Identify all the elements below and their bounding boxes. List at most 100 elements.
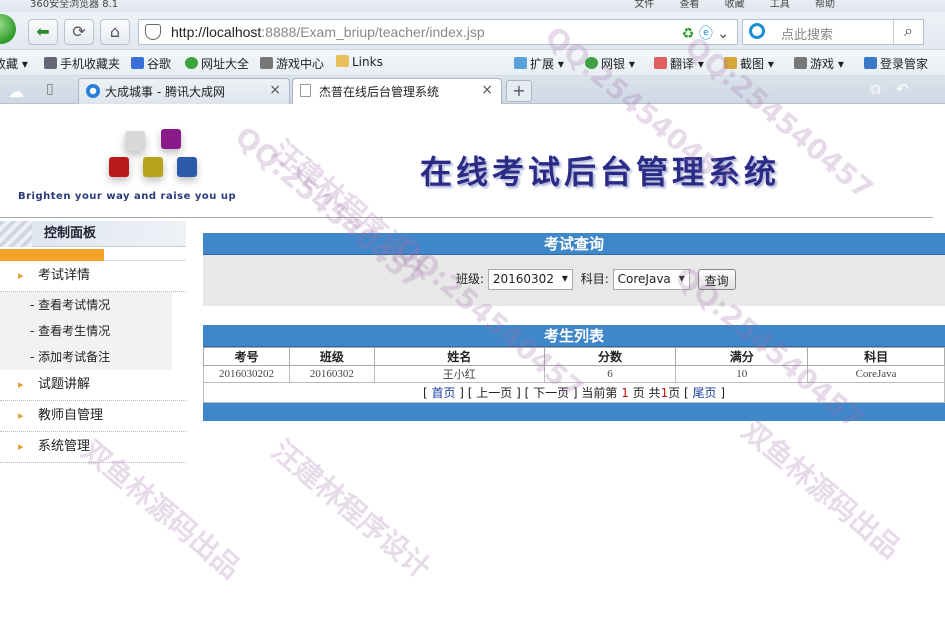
tab-strip: ☁ ▯ 大成城事 - 腾讯大成网 × 杰普在线后台管理系统 × + ⧉ ↶ [0, 76, 945, 104]
header-divider [0, 217, 933, 218]
translate-button[interactable]: 翻译 ▾ [654, 55, 704, 72]
student-table: 考号 班级 姓名 分数 满分 科目 2016030202 20160302 王小… [203, 347, 945, 383]
chevron-down-icon[interactable]: ⌄ [717, 26, 729, 42]
window-title: 360安全浏览器 8.1 [30, 0, 119, 10]
sidebar-section-question-explain[interactable]: 试题讲解 [0, 370, 186, 401]
search-box[interactable]: 点此搜索 ⌕ [742, 19, 924, 45]
next-page-link[interactable]: [ 下一页 ] [525, 386, 578, 400]
back-button[interactable]: ⬅ [28, 19, 58, 45]
subject-select[interactable]: CoreJava [612, 269, 690, 290]
total-pages-suffix: 页 [668, 386, 681, 400]
grid-icon [514, 57, 527, 69]
sidebar-item-view-exams[interactable]: - 查看考试情况 [0, 292, 172, 318]
key-icon [864, 57, 877, 69]
query-button[interactable]: 查询 [697, 269, 736, 290]
cell-subject: CoreJava [807, 365, 945, 383]
browser-logo-icon[interactable] [0, 14, 16, 44]
search-button[interactable]: ⌕ [893, 20, 923, 44]
address-bar-icons: ♻ ⓔ ⌄ [682, 23, 729, 43]
column-header: 姓名 [373, 347, 545, 366]
prev-page-link[interactable]: [ 上一页 ] [468, 386, 521, 400]
home-button[interactable]: ⌂ [100, 19, 130, 45]
menu-favorites[interactable]: 收藏 [725, 0, 745, 10]
security-shield-icon [145, 24, 161, 40]
cell-full-score: 10 [675, 365, 809, 383]
tencent-favicon-icon [86, 84, 100, 98]
list-footer-bar [203, 403, 945, 421]
menu-help[interactable]: 帮助 [815, 0, 835, 10]
first-page-link[interactable]: 首页 [431, 386, 455, 400]
login-manager-button[interactable]: 登录管家 [864, 55, 928, 72]
sidebar-section-exam-details[interactable]: 考试详情 [0, 261, 186, 292]
screenshot-button[interactable]: 截图 ▾ [724, 55, 774, 72]
close-tab-icon[interactable]: × [269, 82, 281, 98]
cell-exam-id: 2016030202 [203, 365, 290, 383]
bookmark-mobile-favorites[interactable]: 手机收藏夹 [44, 55, 120, 72]
sidebar-item-view-students[interactable]: - 查看考生情况 [0, 318, 172, 344]
current-page-prefix: 当前第 [581, 386, 618, 400]
web-page: Brighten your way and raise you up 在线考试后… [0, 111, 945, 627]
refresh-button[interactable]: ⟳ [64, 19, 94, 45]
menu-view[interactable]: 查看 [679, 0, 699, 10]
column-header: 分数 [543, 347, 677, 366]
menu-tools[interactable]: 工具 [770, 0, 790, 10]
search-input[interactable]: 点此搜索 [781, 24, 833, 43]
class-select[interactable]: 20160302 [487, 269, 573, 290]
subject-label: 科目: [580, 272, 609, 286]
new-tab-button[interactable]: + [506, 80, 532, 102]
address-bar[interactable]: http://localhost:8888/Exam_briup/teacher… [138, 19, 738, 45]
back-arrow-icon: ⬅ [36, 22, 50, 41]
online-banking-button[interactable]: 网银 ▾ [585, 55, 635, 72]
scissors-icon [724, 57, 737, 69]
column-header: 班级 [288, 347, 375, 366]
bookmark-game-center[interactable]: 游戏中心 [260, 55, 324, 72]
bookmark-google[interactable]: 谷歌 [131, 55, 171, 72]
mobile-icon[interactable]: ▯ [46, 81, 54, 97]
phone-icon [44, 57, 57, 69]
column-header: 科目 [807, 347, 945, 366]
menu-bar: 文件 查看 收藏 工具 帮助 [612, 0, 835, 10]
last-page-link[interactable]: 尾页 [693, 386, 717, 400]
tab-tencent[interactable]: 大成城事 - 腾讯大成网 × [78, 78, 290, 104]
bookmark-links[interactable]: Links [336, 55, 383, 69]
main-content: 考试查询 班级: 20160302 科目: CoreJava 查询 考生列表 考… [203, 233, 945, 421]
tab-label: 大成城事 - 腾讯大成网 [105, 85, 225, 99]
cell-class: 20160302 [288, 365, 375, 383]
site-slogan: Brighten your way and raise you up [18, 191, 237, 202]
search-engine-icon[interactable] [749, 23, 765, 39]
sidebar-section-teacher-self-manage[interactable]: 教师自管理 [0, 401, 186, 432]
bookmarks-bar: 收藏 ▾ 手机收藏夹 谷歌 网址大全 游戏中心 Links 扩展 ▾ 网银 ▾ … [0, 50, 945, 76]
cloud-icon[interactable]: ☁ [8, 82, 24, 101]
bookmark-site-directory[interactable]: 网址大全 [185, 55, 249, 72]
ie-mode-icon[interactable]: ⓔ [699, 26, 713, 42]
page-title: 在线考试后台管理系统 [420, 153, 781, 191]
refresh-icon: ⟳ [72, 22, 86, 41]
column-header: 考号 [203, 347, 290, 366]
tab-admin-system[interactable]: 杰普在线后台管理系统 × [292, 78, 502, 104]
pagination: [ 首页 ] [ 上一页 ] [ 下一页 ] 当前第 1 页 共1页 [ 尾页 … [203, 383, 945, 403]
gamepad-icon [260, 57, 273, 69]
address-text[interactable]: http://localhost:8888/Exam_briup/teacher… [171, 24, 485, 40]
query-section-title: 考试查询 [203, 233, 945, 255]
undo-close-icon[interactable]: ↶ [896, 80, 909, 98]
current-page-number: 1 [621, 386, 629, 400]
globe-icon [185, 57, 198, 69]
sidebar-section-system-manage[interactable]: 系统管理 [0, 432, 186, 463]
reload-green-icon[interactable]: ♻ [682, 26, 695, 42]
query-form: 班级: 20160302 科目: CoreJava 查询 [203, 255, 945, 306]
table-header-row: 考号 班级 姓名 分数 满分 科目 [203, 347, 945, 366]
home-icon: ⌂ [109, 22, 121, 41]
menu-file[interactable]: 文件 [634, 0, 654, 10]
yen-icon [585, 57, 598, 69]
table-row: 2016030202 20160302 王小红 6 10 CoreJava [203, 365, 945, 383]
bookmark-favorites[interactable]: 收藏 ▾ [0, 55, 28, 72]
close-tab-icon[interactable]: × [481, 82, 493, 98]
games-button[interactable]: 游戏 ▾ [794, 55, 844, 72]
tab-label: 杰普在线后台管理系统 [319, 85, 440, 99]
folder-icon [336, 55, 349, 67]
sidebar-item-add-exam-note[interactable]: - 添加考试备注 [0, 344, 172, 370]
class-label: 班级: [456, 272, 485, 286]
restore-tabs-icon[interactable]: ⧉ [870, 80, 881, 98]
window-titlebar: 360安全浏览器 8.1 文件 查看 收藏 工具 帮助 [0, 0, 945, 12]
extensions-button[interactable]: 扩展 ▾ [514, 55, 564, 72]
